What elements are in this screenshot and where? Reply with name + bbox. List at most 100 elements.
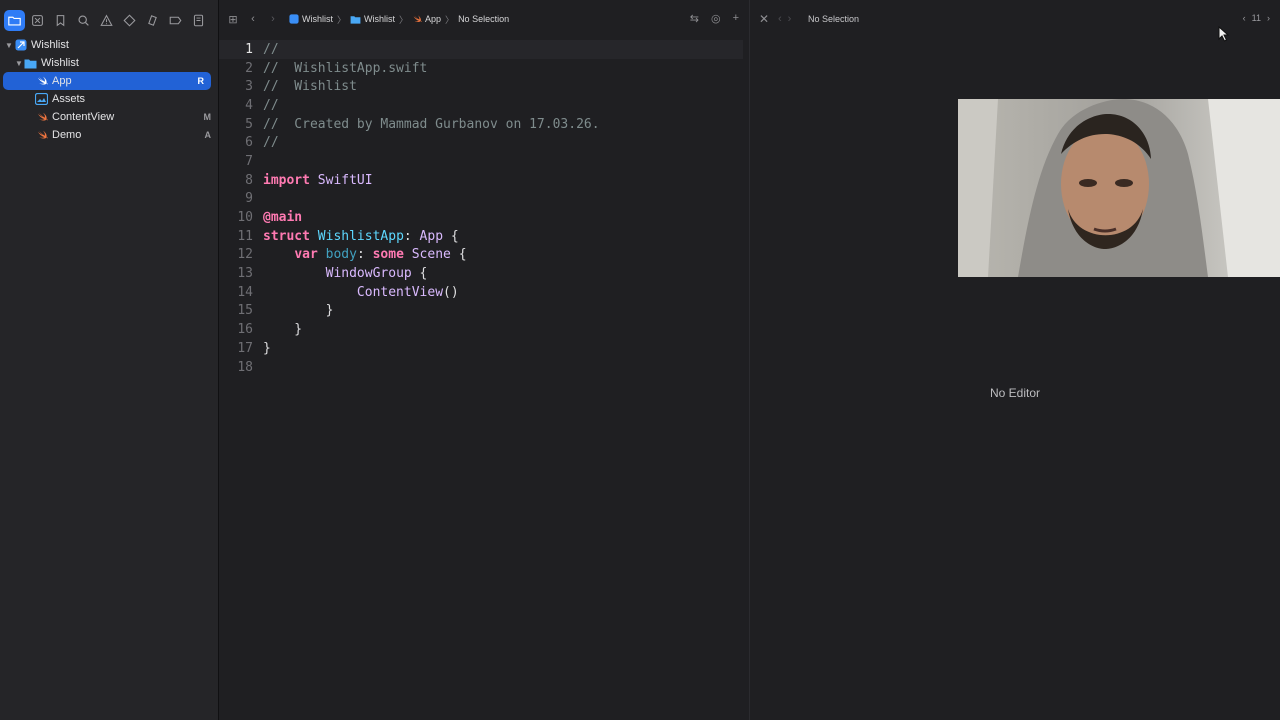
code-line[interactable]: 11 struct WishlistApp: App { (219, 227, 743, 246)
breakpoint-navigator-tab[interactable] (165, 10, 186, 31)
code-line[interactable]: 16 } (219, 320, 743, 339)
primary-editor: ⊞ ‹ › Wishlist 〉 Wishlist 〉 App 〉 No Sel… (219, 0, 749, 720)
adjust-editor-icon[interactable]: ◎ (711, 12, 721, 25)
tree-item-app[interactable]: App R (3, 72, 211, 90)
report-icon (193, 14, 204, 26)
close-icon[interactable]: ✕ (750, 12, 778, 26)
tree-item-label: ContentView (52, 111, 115, 123)
jump-bar: ⊞ ‹ › Wishlist 〉 Wishlist 〉 App 〉 No Sel… (219, 0, 749, 38)
chevron-down-icon[interactable]: ▼ (4, 41, 14, 50)
code-line[interactable]: 17} (219, 339, 743, 358)
code-line[interactable]: 6 // (219, 133, 743, 152)
code-text: ContentView() (356, 284, 459, 300)
change-navigator: ‹ 11 › (1243, 13, 1270, 23)
code-line[interactable]: 4 // (219, 96, 743, 115)
code-line[interactable]: 14 ContentView() (219, 283, 743, 302)
swift-file-icon (413, 15, 422, 22)
swap-icon[interactable]: ⇆ (690, 12, 699, 25)
tree-item-label: Wishlist (41, 57, 79, 69)
mouse-cursor-icon (1218, 26, 1230, 42)
code-line[interactable]: 15 } (219, 302, 743, 321)
line-number: 4 (245, 97, 253, 113)
code-line[interactable]: 10 @main (219, 208, 743, 227)
forward-icon[interactable]: › (263, 13, 283, 25)
code-line[interactable]: 3 // Wishlist (219, 77, 743, 96)
breadcrumb-label: App (425, 14, 442, 24)
line-number: 9 (245, 191, 253, 207)
code-line[interactable]: 12 var body: some Scene { (219, 246, 743, 265)
test-navigator-tab[interactable] (119, 10, 140, 31)
debug-icon (148, 14, 157, 26)
warning-icon (100, 14, 113, 26)
code-text: } (263, 303, 334, 319)
breadcrumb-no-selection[interactable]: No Selection (808, 14, 859, 24)
line-number: 6 (245, 135, 253, 151)
webcam-video-frame (958, 99, 1280, 277)
chevron-left-icon[interactable]: ‹ (1243, 13, 1246, 23)
breadcrumb-label: No Selection (458, 14, 510, 24)
code-text: } (263, 322, 303, 338)
line-number: 12 (237, 247, 253, 263)
source-editor[interactable]: 1//2// WishlistApp.swift 3// Wishlist 4//5… (219, 40, 743, 376)
line-number: 10 (237, 210, 253, 226)
project-navigator-tab[interactable] (4, 9, 25, 31)
report-navigator-tab[interactable] (188, 10, 209, 31)
related-items-icon[interactable]: ⊞ (223, 13, 243, 26)
chevron-right-icon[interactable]: › (1267, 13, 1270, 23)
code-line[interactable]: 18 (219, 358, 743, 377)
find-navigator-tab[interactable] (73, 10, 94, 31)
tree-item-label: Assets (52, 93, 86, 105)
debug-navigator-tab[interactable] (142, 10, 163, 31)
tree-item-label: App (52, 75, 72, 87)
jump-bar-secondary: ✕ ‹ › No Selection ‹ 11 › (750, 0, 1280, 38)
breakpoint-icon (169, 16, 182, 24)
line-number: 15 (237, 303, 253, 319)
webcam-overlay (958, 99, 1280, 277)
breadcrumb-folder[interactable]: Wishlist (350, 14, 395, 24)
line-number: 7 (245, 153, 253, 169)
issue-navigator-tab[interactable] (96, 10, 117, 31)
line-number: 16 (237, 322, 253, 338)
tree-item-folder[interactable]: ▼ Wishlist (0, 54, 218, 72)
code-text: // (263, 41, 279, 57)
folder-icon (350, 15, 361, 24)
code-line[interactable]: 13 WindowGroup { (219, 264, 743, 283)
add-editor-icon[interactable]: + (733, 12, 739, 25)
tree-item-project[interactable]: ▼ Wishlist (0, 36, 218, 54)
breadcrumb-label: Wishlist (302, 14, 333, 24)
no-editor-placeholder: No Editor (989, 386, 1041, 400)
navigator-sidebar: ▼ Wishlist ▼ Wishlist App R Assets Conte… (0, 0, 218, 720)
tree-item-demo[interactable]: Demo A (0, 126, 218, 144)
code-line[interactable]: 9 (219, 190, 743, 209)
folder-icon (8, 16, 21, 26)
code-text: // WishlistApp.swift (263, 60, 428, 76)
breadcrumb-label: Wishlist (364, 14, 396, 24)
code-text: // (263, 135, 279, 151)
code-line[interactable]: 5 // Created by Mammad Gurbanov on 17.03.… (219, 115, 743, 134)
tree-item-assets[interactable]: Assets (0, 90, 218, 108)
chevron-down-icon[interactable]: ▼ (14, 59, 24, 68)
tree-item-label: Demo (52, 129, 82, 141)
code-text: struct WishlistApp: App { (263, 228, 459, 244)
asset-catalog-icon (35, 93, 48, 106)
line-number: 14 (237, 284, 253, 300)
code-line[interactable]: 1 // (219, 40, 743, 59)
line-number: 8 (245, 172, 253, 188)
breadcrumb-symbol[interactable]: No Selection (458, 14, 509, 24)
code-line[interactable]: 8 import SwiftUI (219, 171, 743, 190)
chevron-right-icon: 〉 (445, 14, 455, 25)
tree-item-contentview[interactable]: ContentView M (0, 108, 218, 126)
breadcrumb-project[interactable]: Wishlist (289, 14, 333, 24)
breadcrumb-file[interactable]: App (412, 14, 441, 24)
bookmark-navigator-tab[interactable] (50, 10, 71, 31)
swift-file-icon (35, 129, 48, 142)
back-icon[interactable]: ‹ (243, 13, 263, 25)
line-number: 1 (245, 41, 253, 57)
code-line[interactable]: 2 // WishlistApp.swift (219, 59, 743, 78)
code-text: // Created by Mammad Gurbanov on 17.03.2… (263, 116, 600, 132)
line-number: 3 (245, 79, 253, 95)
code-line[interactable]: 7 (219, 152, 743, 171)
line-number: 17 (237, 340, 253, 356)
source-control-navigator-tab[interactable] (27, 10, 48, 31)
xcode-project-icon (289, 14, 299, 24)
